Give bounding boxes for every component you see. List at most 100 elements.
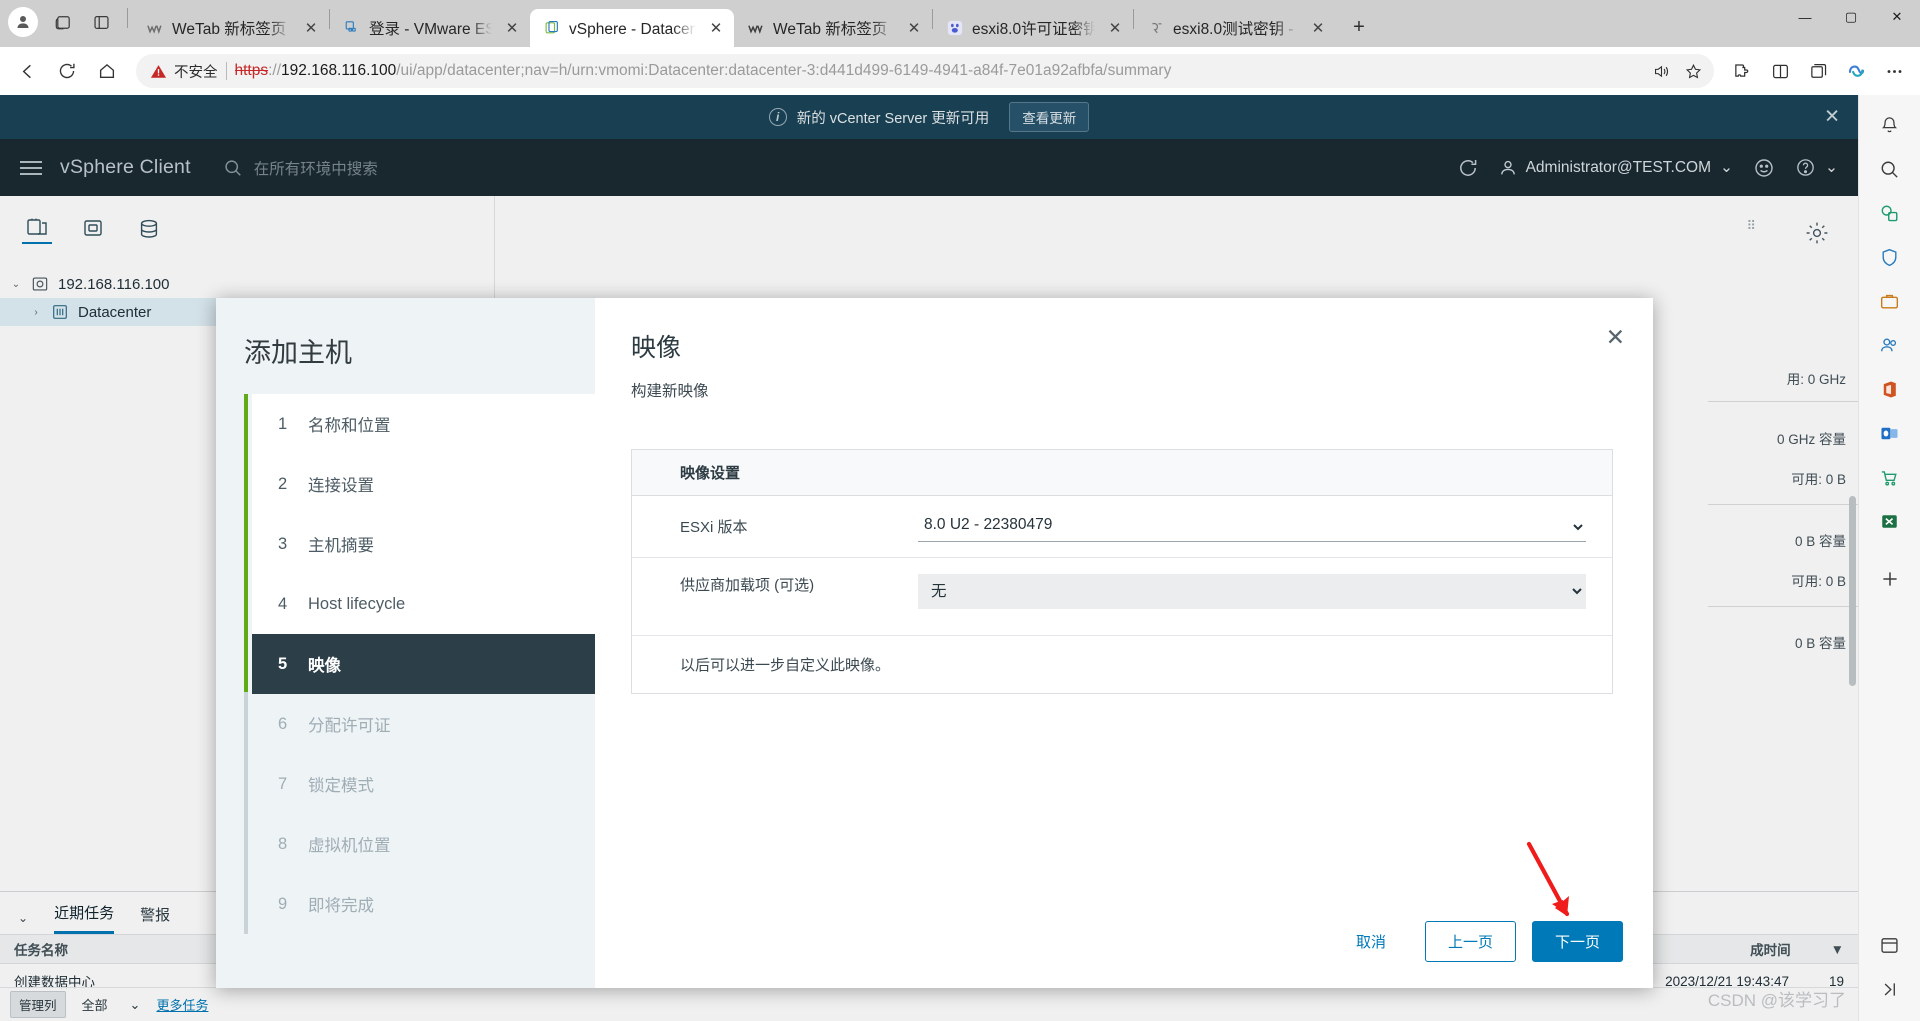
browser-tab-3[interactable]: WeTab 新标签页 ✕ — [734, 9, 932, 47]
cancel-button[interactable]: 取消 — [1333, 921, 1409, 962]
home-icon[interactable] — [88, 52, 126, 90]
wetab-icon — [746, 19, 765, 38]
wizard-step-4[interactable]: 4 Host lifecycle — [252, 574, 595, 634]
tab-close-icon[interactable]: ✕ — [299, 16, 323, 40]
wizard-title: 添加主机 — [244, 338, 352, 368]
browser-tab-1[interactable]: 登录 - VMware ESXi ✕ — [330, 9, 530, 47]
people-icon[interactable] — [1870, 325, 1910, 365]
read-aloud-icon[interactable] — [1646, 56, 1676, 86]
step-number: 7 — [278, 774, 288, 793]
wizard-step-5[interactable]: 5 映像 — [252, 634, 595, 694]
tab-close-icon[interactable]: ✕ — [1103, 16, 1127, 40]
settings-icon[interactable] — [1870, 925, 1910, 965]
address-bar-actions — [1646, 56, 1708, 86]
tab-close-icon[interactable]: ✕ — [1306, 16, 1330, 40]
star-icon[interactable] — [1678, 56, 1708, 86]
next-button[interactable]: 下一页 — [1531, 921, 1623, 962]
step-number: 3 — [278, 534, 288, 553]
security-indicator[interactable]: 不安全 — [150, 61, 218, 82]
briefcase-icon[interactable] — [1870, 281, 1910, 321]
collections-icon[interactable] — [1800, 53, 1836, 89]
step-number: 8 — [278, 834, 288, 853]
address-bar[interactable]: 不安全 https://192.168.116.100/ui/app/datac… — [136, 54, 1714, 88]
copilot-icon[interactable] — [1838, 53, 1874, 89]
close-icon[interactable]: ✕ — [1606, 324, 1625, 351]
zhihu-icon — [1146, 19, 1165, 38]
profile-icon[interactable] — [8, 7, 38, 37]
tab-title: esxi8.0许可证密钥_百度搜 — [972, 21, 1095, 38]
step-number: 2 — [278, 474, 288, 493]
excel-icon[interactable] — [1870, 501, 1910, 541]
step-number: 6 — [278, 714, 288, 733]
search-icon[interactable] — [1870, 149, 1910, 189]
window-controls: — ▢ ✕ — [1782, 0, 1920, 47]
baidu-icon — [945, 19, 964, 38]
tab-close-icon[interactable]: ✕ — [902, 16, 926, 40]
step-label: 虚拟机位置 — [308, 837, 391, 855]
office-icon[interactable] — [1870, 369, 1910, 409]
security-label: 不安全 — [174, 64, 218, 81]
wizard-step-7: 7 锁定模式 — [252, 754, 595, 814]
back-icon[interactable] — [8, 52, 46, 90]
browser-tab-bar: WeTab 新标签页 ✕ 登录 - VMware ESXi ✕ — [0, 0, 1920, 47]
esxi-version-select[interactable]: 8.0 U2 - 22380479 — [918, 511, 1586, 542]
window-maximize-button[interactable]: ▢ — [1828, 0, 1874, 34]
tabs-strip: WeTab 新标签页 ✕ 登录 - VMware ESXi ✕ — [133, 0, 1782, 47]
wizard-footer: 取消 上一页 下一页 — [1333, 921, 1623, 962]
tab-title: WeTab 新标签页 — [172, 21, 287, 38]
address-divider — [225, 62, 227, 80]
workspaces-icon[interactable] — [46, 5, 80, 39]
url-scheme: https — [234, 62, 269, 79]
browser-tab-2[interactable]: vSphere - Datacenter - 摘 ✕ — [530, 9, 734, 47]
window-close-button[interactable]: ✕ — [1874, 0, 1920, 34]
wizard-step-1[interactable]: 1 名称和位置 — [252, 394, 595, 454]
wizard-step-8: 8 虚拟机位置 — [252, 814, 595, 874]
tabbar-left-icons — [8, 0, 133, 47]
expand-sidebar-icon[interactable] — [1870, 969, 1910, 1009]
step-label: 映像 — [308, 657, 341, 675]
step-label: 分配许可证 — [308, 717, 391, 735]
wizard-step-3[interactable]: 3 主机摘要 — [252, 514, 595, 574]
vmware-icon — [342, 19, 361, 38]
tab-actions-icon[interactable] — [84, 5, 118, 39]
browser-tab-5[interactable]: esxi8.0测试密钥 - 昵称哦 ✕ — [1134, 9, 1336, 47]
tab-close-icon[interactable]: ✕ — [704, 16, 728, 40]
shield-icon[interactable] — [1870, 237, 1910, 277]
step-label: 即将完成 — [308, 897, 374, 915]
vendor-addon-select[interactable]: 无 — [918, 574, 1586, 609]
tab-title: vSphere - Datacenter - 摘 — [569, 21, 696, 38]
back-button[interactable]: 上一页 — [1424, 921, 1516, 962]
tabbar-divider — [127, 7, 128, 28]
step-track — [244, 394, 248, 934]
url-text[interactable]: https://192.168.116.100/ui/app/datacente… — [235, 62, 1639, 80]
screen-root: WeTab 新标签页 ✕ 登录 - VMware ESXi ✕ — [0, 0, 1920, 1021]
step-number: 1 — [278, 414, 288, 433]
step-label: 名称和位置 — [308, 417, 391, 435]
step-label: 连接设置 — [308, 477, 374, 495]
step-number: 9 — [278, 894, 288, 913]
outlook-icon[interactable] — [1870, 413, 1910, 453]
new-tab-button[interactable]: + — [1342, 10, 1376, 44]
wizard-steps: 1 名称和位置 2 连接设置 3 主机摘要 4 Host lifecycle 5… — [216, 394, 595, 934]
page-subtitle: 构建新映像 — [631, 383, 709, 400]
card-note: 以后可以进一步自定义此映像。 — [680, 657, 891, 674]
tab-close-icon[interactable]: ✕ — [500, 16, 524, 40]
tab-title: WeTab 新标签页 — [773, 21, 888, 38]
more-options-icon[interactable] — [1876, 53, 1912, 89]
split-screen-icon[interactable] — [1762, 53, 1798, 89]
step-label: 锁定模式 — [308, 777, 374, 795]
bell-icon[interactable] — [1870, 105, 1910, 145]
browser-tab-4[interactable]: esxi8.0许可证密钥_百度搜 ✕ — [933, 9, 1133, 47]
shopping-icon[interactable] — [1870, 457, 1910, 497]
browser-tab-0[interactable]: WeTab 新标签页 ✕ — [133, 9, 329, 47]
wizard-step-6: 6 分配许可证 — [252, 694, 595, 754]
add-icon[interactable] — [1870, 559, 1910, 599]
wizard-step-2[interactable]: 2 连接设置 — [252, 454, 595, 514]
wetab-icon — [145, 19, 164, 38]
wizard-steps-panel: 添加主机 1 名称和位置 2 连接设置 3 主机摘要 4 Host lifecy… — [216, 298, 595, 988]
extensions-puzzle-icon[interactable] — [1724, 53, 1760, 89]
window-minimize-button[interactable]: — — [1782, 0, 1828, 34]
refresh-icon[interactable] — [48, 52, 86, 90]
card-header: 映像设置 — [632, 450, 1612, 496]
shapes-icon[interactable] — [1870, 193, 1910, 233]
